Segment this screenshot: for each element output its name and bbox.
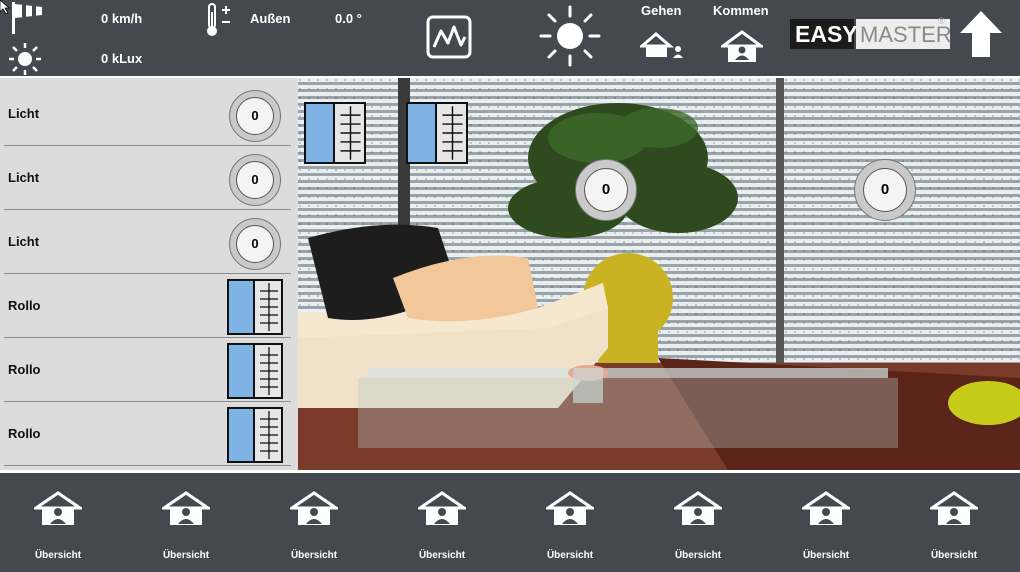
room-photo: 0 0 (298, 78, 1020, 470)
house-person-icon (162, 491, 210, 525)
room-blind-control-2[interactable] (406, 102, 468, 164)
house-person-icon (290, 491, 338, 525)
arrow-up-icon[interactable] (958, 9, 1004, 59)
nav-label: Übersicht (418, 550, 466, 561)
nav-label: Übersicht (290, 550, 338, 561)
away-button[interactable]: Gehen (630, 0, 694, 70)
away-label: Gehen (641, 3, 682, 18)
house-person-icon (802, 491, 850, 525)
list-item-licht-3[interactable]: Licht 0 (4, 210, 291, 274)
mouse-cursor-icon (0, 0, 10, 14)
top-status-bar: 0 km/h 0 kLux Außen 0.0 ° Gehen Kommen E… (0, 0, 1020, 76)
blind-control-icon[interactable] (227, 279, 283, 335)
brightness-value: 0 kLux (101, 51, 143, 66)
chart-history-icon[interactable] (426, 15, 472, 59)
blind-control-icon[interactable] (227, 407, 283, 463)
house-person-icon (674, 491, 722, 525)
logo-easy-text: EASY (795, 21, 858, 47)
dimmer-knob[interactable]: 0 (229, 90, 281, 142)
outdoor-temp-label: Außen (250, 11, 291, 26)
nav-item-uebersicht-1[interactable]: Übersicht (8, 491, 108, 571)
device-list: Licht 0 Licht 0 Licht 0 Rollo Rollo Roll… (0, 78, 298, 470)
device-label: Rollo (8, 298, 41, 313)
nav-item-uebersicht-2[interactable]: Übersicht (136, 491, 236, 571)
nav-label: Übersicht (34, 550, 82, 561)
device-label: Licht (8, 234, 40, 249)
nav-item-uebersicht-8[interactable]: Übersicht (904, 491, 1004, 571)
room-dimmer-knob-2[interactable]: 0 (854, 159, 916, 221)
nav-item-uebersicht-7[interactable]: Übersicht (776, 491, 876, 571)
nav-item-uebersicht-5[interactable]: Übersicht (520, 491, 620, 571)
room-dimmer-knob-1[interactable]: 0 (575, 159, 637, 221)
nav-item-uebersicht-3[interactable]: Übersicht (264, 491, 364, 571)
device-label: Rollo (8, 426, 41, 441)
bottom-navigation: Übersicht Übersicht Übersicht Übersicht (0, 470, 1020, 572)
nav-label: Übersicht (930, 550, 978, 561)
dimmer-knob[interactable]: 0 (229, 154, 281, 206)
nav-label: Übersicht (546, 550, 594, 561)
thermometer-icon (207, 3, 230, 36)
list-item-licht-1[interactable]: Licht 0 (4, 82, 291, 146)
wind-speed-value: 0 km/h (101, 11, 143, 26)
dimmer-value: 0 (236, 225, 274, 263)
house-person-icon (418, 491, 466, 525)
house-away-icon (640, 32, 683, 58)
list-item-rollo-1[interactable]: Rollo (4, 274, 291, 338)
house-person-icon (546, 491, 594, 525)
outdoor-temp-value: 0.0 ° (335, 11, 362, 26)
dimmer-value: 0 (236, 97, 274, 135)
nav-label: Übersicht (802, 550, 850, 561)
list-item-rollo-3[interactable]: Rollo (4, 402, 291, 466)
list-item-licht-2[interactable]: Licht 0 (4, 146, 291, 210)
house-person-icon (930, 491, 978, 525)
nav-item-uebersicht-4[interactable]: Übersicht (392, 491, 492, 571)
dimmer-knob[interactable]: 0 (229, 218, 281, 270)
dimmer-value: 0 (236, 161, 274, 199)
device-label: Licht (8, 106, 40, 121)
come-home-label: Kommen (713, 3, 769, 18)
blind-control-icon[interactable] (227, 343, 283, 399)
come-home-button[interactable]: Kommen (706, 0, 778, 70)
easymaster-logo: EASY MASTER ® (790, 16, 952, 49)
logo-registered-mark: ® (938, 16, 945, 26)
device-label: Licht (8, 170, 40, 185)
nav-label: Übersicht (674, 550, 722, 561)
room-dimmer-value-2: 0 (863, 168, 907, 212)
weather-sun-icon (539, 5, 601, 67)
room-dimmer-value-1: 0 (584, 168, 628, 212)
nav-item-uebersicht-6[interactable]: Übersicht (648, 491, 748, 571)
device-label: Rollo (8, 362, 41, 377)
wind-sock-icon (12, 2, 42, 34)
house-person-icon (34, 491, 82, 525)
sun-brightness-icon (9, 43, 41, 75)
list-item-rollo-2[interactable]: Rollo (4, 338, 291, 402)
house-home-icon (721, 30, 763, 62)
nav-label: Übersicht (162, 550, 210, 561)
room-blind-control-1[interactable] (304, 102, 366, 164)
